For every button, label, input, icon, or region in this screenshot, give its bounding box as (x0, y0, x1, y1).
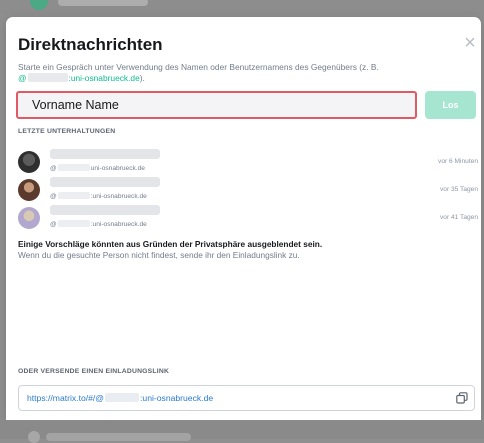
recent-conversation-row[interactable]: @:uni-osnabrueck.de vor 41 Tagen (18, 203, 478, 231)
invite-link-box: https://matrix.to/#/@:uni-osnabrueck.de (18, 385, 475, 411)
background-blurred-text (46, 433, 191, 441)
recent-conversations-heading: LETZTE UNTERHALTUNGEN (18, 128, 116, 135)
search-input-wrapper (16, 91, 417, 119)
redacted-display-name (50, 205, 160, 215)
dialog-subtitle: Starte ein Gespräch unter Verwendung des… (18, 62, 473, 84)
background-blurred-text (58, 0, 148, 6)
last-activity-time: vor 6 Minuten (438, 158, 478, 165)
privacy-hint-text: Wenn du die gesuchte Person nicht findes… (18, 250, 300, 260)
background-room-header (0, 0, 484, 14)
avatar (18, 151, 40, 173)
privacy-hint-title: Einige Vorschläge könnten aus Gründen de… (18, 239, 323, 249)
recent-conversation-row[interactable]: @ uni-osnabrueck.de vor 6 Minuten (18, 147, 478, 175)
redacted-display-name (50, 149, 160, 159)
user-id: @:uni-osnabrueck.de (50, 220, 147, 228)
subtitle-text: Starte ein Gespräch unter Verwendung des… (18, 62, 379, 72)
copy-icon[interactable] (456, 392, 468, 404)
direct-messages-dialog: Direktnachrichten × Starte ein Gespräch … (6, 17, 481, 420)
redacted-username (105, 393, 140, 402)
redacted-display-name (50, 177, 160, 187)
avatar (18, 207, 40, 229)
close-icon[interactable]: × (460, 33, 480, 53)
dialog-title: Direktnachrichten (18, 35, 163, 54)
background-composer (0, 420, 484, 443)
go-button[interactable]: Los (425, 91, 476, 119)
invite-link-heading: ODER VERSENDE EINEN EINLADUNGSLINK (18, 368, 170, 375)
background-avatar (30, 0, 48, 10)
last-activity-time: vor 35 Tagen (439, 186, 478, 193)
example-user-id: @:uni-osnabrueck.de (18, 73, 140, 83)
subtitle-suffix: ). (139, 73, 145, 83)
last-activity-time: vor 41 Tagen (439, 214, 478, 221)
recent-conversation-row[interactable]: @:uni-osnabrueck.de vor 35 Tagen (18, 175, 478, 203)
redacted-username (27, 73, 68, 82)
invite-link[interactable]: https://matrix.to/#/@:uni-osnabrueck.de (27, 393, 213, 403)
avatar (18, 179, 40, 201)
user-id: @ uni-osnabrueck.de (50, 164, 145, 172)
user-id: @:uni-osnabrueck.de (50, 192, 147, 200)
background-avatar (28, 431, 40, 443)
search-input[interactable] (18, 93, 415, 117)
